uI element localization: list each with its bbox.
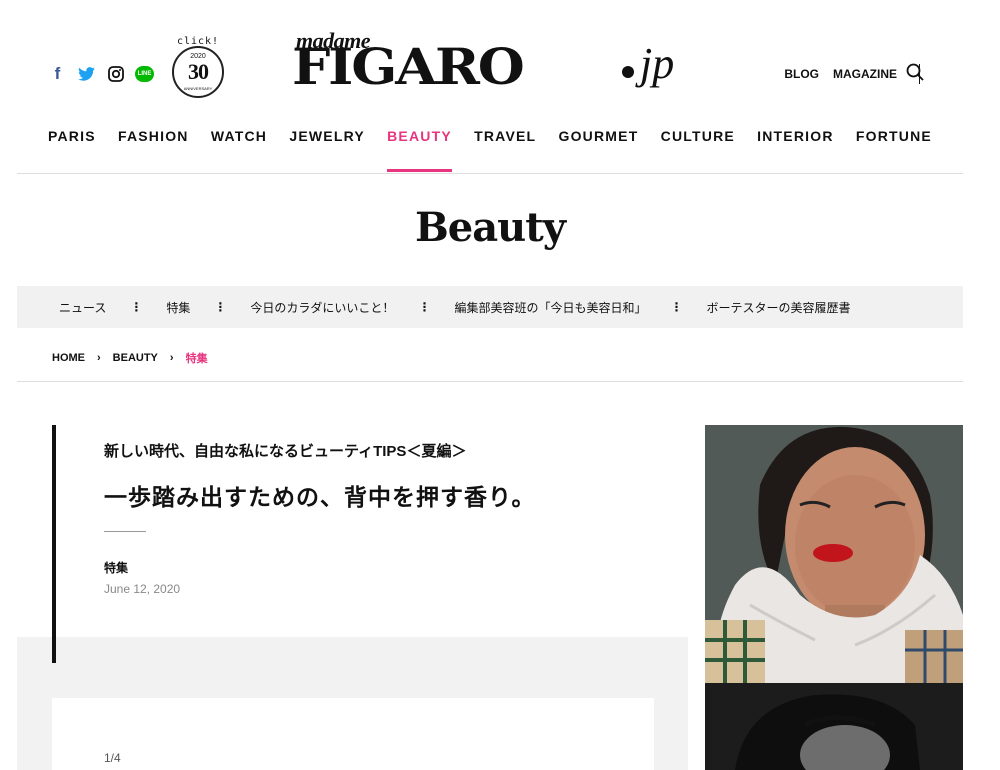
- article-photo: [705, 425, 963, 770]
- article-kicker: 新しい時代、自由な私になるビューティTIPS＜夏編＞: [104, 443, 467, 460]
- nav-culture[interactable]: CULTURE: [661, 128, 735, 172]
- instagram-icon[interactable]: [106, 64, 125, 83]
- breadcrumb-chevron-icon: ›: [169, 352, 174, 364]
- subnav-beauty-diary[interactable]: 編集部美容班の「今日も美容日和」: [454, 299, 646, 316]
- portrait-image: [705, 425, 963, 770]
- breadcrumb-current: 特集: [185, 353, 208, 365]
- blog-link[interactable]: BLOG: [784, 67, 819, 81]
- anniversary-badge[interactable]: click! 2020 30 ANNIVERSARY: [168, 36, 228, 102]
- sub-nav: ニュース ⋮ 特集 ⋮ 今日のカラダにいいこと！ ⋮ 編集部美容班の「今日も美容…: [17, 286, 963, 328]
- headline-divider: [104, 531, 146, 532]
- line-icon[interactable]: LINE: [135, 64, 154, 83]
- site-logo[interactable]: madame FIGARO jp: [292, 28, 692, 98]
- nav-beauty[interactable]: BEAUTY: [387, 128, 452, 172]
- logo-dot: [622, 66, 634, 78]
- nav-fashion[interactable]: FASHION: [118, 128, 189, 172]
- top-links: BLOG MAGAZINE: [784, 64, 924, 84]
- subnav-news[interactable]: ニュース: [59, 299, 106, 316]
- breadcrumb-divider: [17, 381, 963, 382]
- nav-travel[interactable]: TRAVEL: [474, 128, 536, 172]
- subnav-separator: ⋮: [670, 300, 683, 314]
- nav-fortune[interactable]: FORTUNE: [856, 128, 932, 172]
- badge-caption: ANNIVERSARY: [183, 86, 213, 91]
- breadcrumb-chevron-icon: ›: [97, 352, 101, 364]
- nav-paris[interactable]: PARIS: [48, 128, 96, 172]
- nav-watch[interactable]: WATCH: [211, 128, 267, 172]
- breadcrumb: HOME › BEAUTY › 特集: [52, 350, 208, 366]
- magazine-link[interactable]: MAGAZINE: [833, 67, 897, 81]
- article-date: June 12, 2020: [104, 582, 181, 596]
- facebook-icon[interactable]: f: [48, 64, 67, 83]
- search-icon[interactable]: [906, 63, 924, 81]
- social-links: f LINE: [48, 64, 154, 83]
- logo-jp: jp: [640, 39, 675, 88]
- nav-interior[interactable]: INTERIOR: [757, 128, 834, 172]
- twitter-icon[interactable]: [77, 64, 96, 83]
- article-accent-bar: [52, 425, 56, 663]
- subnav-features[interactable]: 特集: [166, 299, 190, 316]
- line-icon-label: LINE: [135, 65, 154, 82]
- breadcrumb-home[interactable]: HOME: [52, 352, 85, 364]
- nav-divider: [17, 173, 963, 174]
- breadcrumb-beauty[interactable]: BEAUTY: [113, 352, 158, 364]
- article-category[interactable]: 特集: [104, 559, 128, 576]
- section-title: Beauty: [415, 204, 566, 251]
- nav-gourmet[interactable]: GOURMET: [559, 128, 639, 172]
- main-nav: PARIS FASHION WATCH JEWELRY BEAUTY TRAVE…: [48, 128, 932, 172]
- subnav-body-tips[interactable]: 今日のカラダにいいこと！: [250, 299, 394, 316]
- badge-number: 30: [188, 59, 209, 84]
- nav-jewelry[interactable]: JEWELRY: [289, 128, 365, 172]
- logo-figaro: FIGARO: [292, 37, 525, 96]
- page-counter: 1/4: [104, 751, 121, 765]
- subnav-separator: ⋮: [130, 300, 143, 314]
- subnav-separator: ⋮: [418, 300, 431, 314]
- article-card: [52, 698, 654, 770]
- subnav-beauty-history[interactable]: ボーテスターの美容履歴書: [706, 299, 850, 316]
- article-headline: 一歩踏み出すための、背中を押す香り。: [104, 484, 536, 510]
- subnav-separator: ⋮: [214, 300, 227, 314]
